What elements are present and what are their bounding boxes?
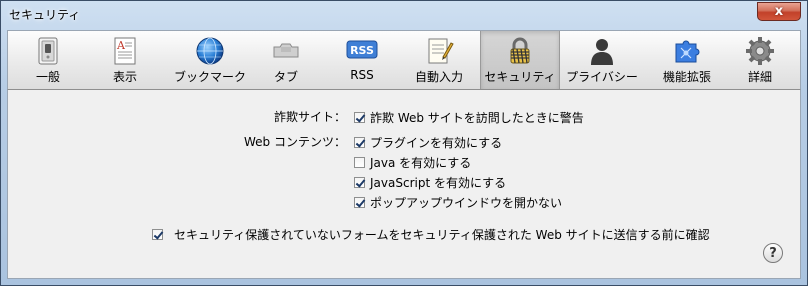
block-popups-option[interactable]: ポップアップウインドウを開かない bbox=[354, 194, 562, 211]
font-document-icon: A bbox=[114, 37, 136, 65]
tab-rss[interactable]: RSS RSS bbox=[334, 31, 390, 89]
tab-label: RSS bbox=[350, 68, 374, 82]
switch-icon bbox=[38, 37, 58, 65]
preferences-window: セキュリティ x 一般 A 表示 ブックマーク タブ RSS RSS 自動入力 … bbox=[0, 0, 808, 286]
enable-plugins-option[interactable]: プラグインを有効にする bbox=[354, 134, 502, 151]
tab-advanced[interactable]: 詳細 bbox=[730, 31, 790, 89]
enable-plugins-label: プラグインを有効にする bbox=[370, 136, 503, 150]
fraud-warning-checkbox[interactable] bbox=[354, 112, 365, 123]
close-button[interactable]: x bbox=[757, 2, 801, 21]
enable-javascript-label: JavaScript を有効にする bbox=[370, 176, 507, 190]
insecure-form-warning-checkbox[interactable] bbox=[152, 229, 163, 240]
tab-icon bbox=[273, 43, 299, 58]
tab-privacy[interactable]: プライバシー bbox=[564, 31, 640, 89]
tab-label: タブ bbox=[273, 70, 298, 84]
tab-autofill[interactable]: 自動入力 bbox=[404, 31, 474, 89]
tab-general[interactable]: 一般 bbox=[16, 31, 80, 89]
tab-security[interactable]: セキュリティ bbox=[480, 31, 560, 89]
globe-icon bbox=[196, 37, 224, 65]
window-title: セキュリティ bbox=[9, 8, 81, 22]
tab-bookmarks[interactable]: ブックマーク bbox=[168, 31, 252, 89]
padlock-icon bbox=[510, 37, 530, 64]
enable-plugins-checkbox[interactable] bbox=[354, 137, 365, 148]
pencil-form-icon bbox=[428, 38, 454, 64]
enable-java-option[interactable]: Java を有効にする bbox=[354, 154, 471, 171]
insecure-form-warning-label: セキュリティ保護されていないフォームをセキュリティ保護された Web サイトに送… bbox=[174, 228, 710, 242]
svg-text:RSS: RSS bbox=[350, 44, 374, 57]
tab-tabs[interactable]: タブ bbox=[258, 31, 314, 89]
insecure-form-warning-option[interactable]: セキュリティ保護されていないフォームをセキュリティ保護された Web サイトに送… bbox=[152, 226, 710, 243]
puzzle-extension-icon bbox=[675, 40, 700, 63]
enable-java-label: Java を有効にする bbox=[370, 156, 472, 170]
tab-label: 一般 bbox=[35, 70, 60, 84]
tab-appearance[interactable]: A 表示 bbox=[86, 31, 164, 89]
fraud-sites-label: 詐欺サイト： bbox=[273, 110, 346, 124]
help-question-icon: ? bbox=[769, 245, 777, 261]
tab-label: プライバシー bbox=[566, 70, 638, 84]
enable-java-checkbox[interactable] bbox=[354, 157, 365, 168]
preferences-toolbar: 一般 A 表示 ブックマーク タブ RSS RSS 自動入力 セキュリティ プラ… bbox=[7, 30, 801, 90]
person-silhouette-icon bbox=[591, 39, 613, 65]
block-popups-checkbox[interactable] bbox=[354, 197, 365, 208]
security-pane: 詐欺サイト： 詐欺 Web サイトを訪問したときに警告 Web コンテンツ： プ… bbox=[7, 90, 801, 279]
tab-label: 詳細 bbox=[747, 70, 772, 84]
svg-text:A: A bbox=[116, 39, 126, 52]
title-bar[interactable]: セキュリティ x bbox=[1, 1, 807, 28]
tab-extensions[interactable]: 機能拡張 bbox=[652, 31, 722, 89]
help-button[interactable]: ? bbox=[763, 243, 783, 263]
fraud-warning-label: 詐欺 Web サイトを訪問したときに警告 bbox=[370, 111, 584, 125]
tab-label: 機能拡張 bbox=[662, 70, 711, 84]
gear-icon bbox=[746, 37, 774, 65]
rss-icon: RSS bbox=[346, 40, 378, 59]
tab-label: ブックマーク bbox=[173, 70, 246, 84]
fraud-warning-option[interactable]: 詐欺 Web サイトを訪問したときに警告 bbox=[354, 109, 584, 126]
tab-label: 表示 bbox=[112, 70, 137, 84]
block-popups-label: ポップアップウインドウを開かない bbox=[370, 196, 563, 210]
enable-javascript-option[interactable]: JavaScript を有効にする bbox=[354, 174, 506, 191]
enable-javascript-checkbox[interactable] bbox=[354, 177, 365, 188]
close-icon: x bbox=[774, 4, 784, 19]
tab-label: セキュリティ bbox=[484, 70, 556, 84]
web-content-label: Web コンテンツ： bbox=[244, 135, 346, 149]
tab-label: 自動入力 bbox=[414, 70, 463, 84]
